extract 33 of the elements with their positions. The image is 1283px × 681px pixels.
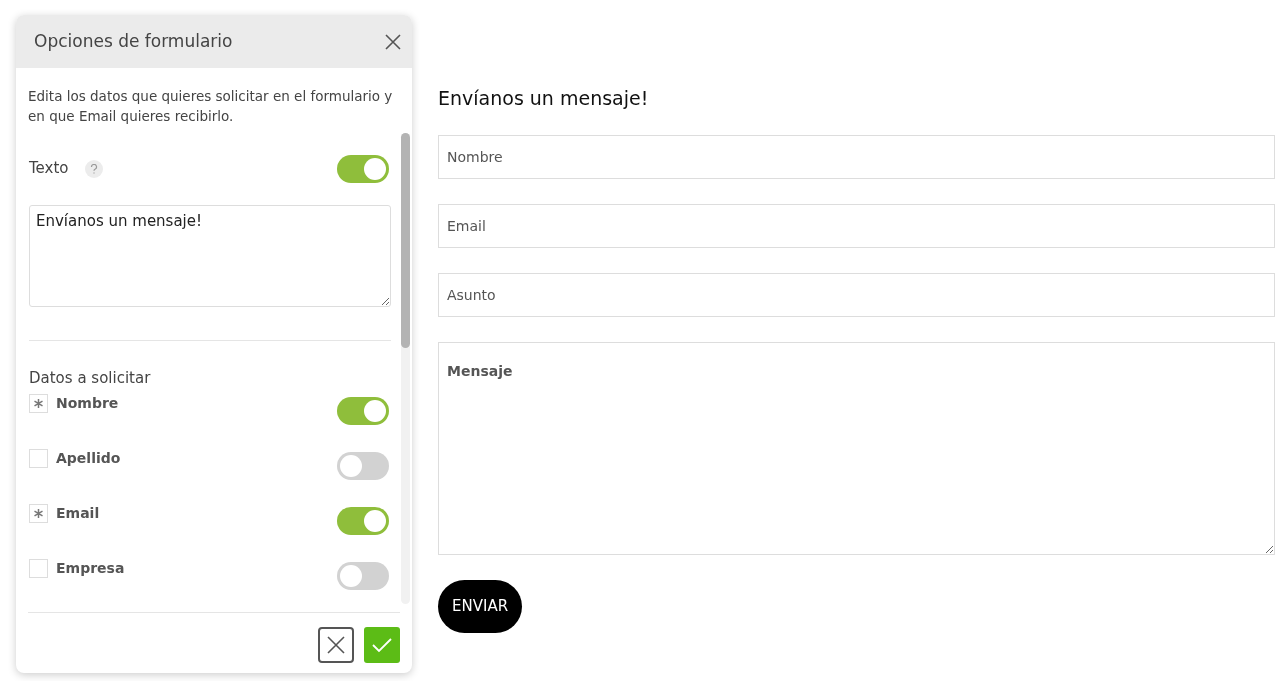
close-icon — [326, 635, 346, 655]
required-checkbox[interactable] — [29, 504, 48, 523]
toggle-switch[interactable] — [337, 154, 389, 183]
message-field[interactable]: Mensaje — [438, 341, 1275, 555]
form-heading: Envíanos un mensaje! — [438, 86, 650, 111]
field-label: Apellido — [56, 449, 121, 468]
check-icon — [371, 636, 393, 654]
cancel-button[interactable] — [318, 627, 354, 663]
toggle-switch[interactable] — [337, 397, 389, 425]
field-label: Nombre — [56, 394, 119, 413]
field-label: Email — [56, 504, 100, 523]
close-icon — [384, 32, 402, 51]
help-icon[interactable] — [84, 159, 103, 178]
text-field[interactable]: Envíanos un mensaje! — [29, 204, 391, 307]
scrollbar[interactable] — [401, 132, 410, 604]
required-checkbox[interactable] — [29, 449, 48, 468]
field-label: Empresa — [56, 559, 125, 578]
section-label: Datos a solicitar — [29, 367, 152, 389]
text-field[interactable]: Asunto — [438, 272, 1275, 317]
toggle-switch[interactable] — [337, 507, 389, 535]
asterisk-icon — [33, 398, 44, 409]
text-field[interactable]: Nombre — [438, 134, 1275, 179]
toggle-switch[interactable] — [337, 562, 389, 590]
send-button[interactable]: ENVIAR — [438, 579, 523, 633]
panel-description: Edita los datos que quieres solicitar en el formulario y en que Email quieres recibirlo. — [27, 87, 394, 127]
required-checkbox[interactable] — [29, 559, 48, 578]
text-field[interactable]: Email — [438, 203, 1275, 248]
confirm-button[interactable] — [364, 627, 400, 663]
required-checkbox[interactable] — [29, 394, 48, 413]
text-option-label: Texto — [29, 158, 69, 180]
panel-title: Opciones de formulario — [34, 29, 233, 53]
asterisk-icon — [33, 508, 44, 519]
toggle-switch[interactable] — [337, 452, 389, 480]
